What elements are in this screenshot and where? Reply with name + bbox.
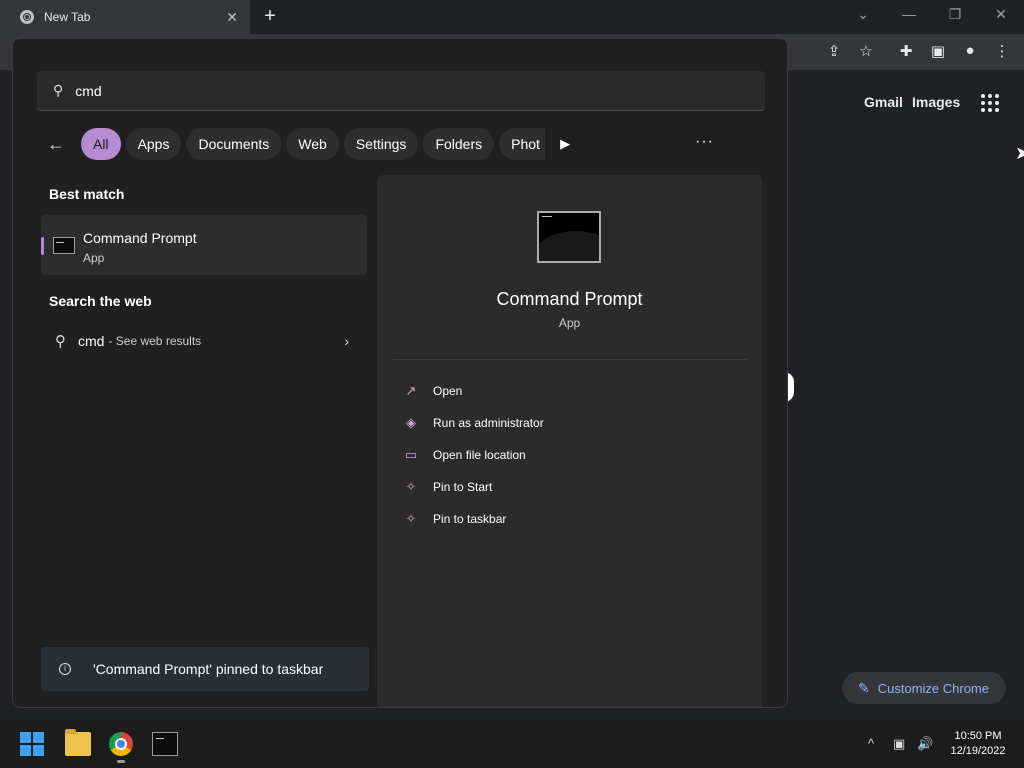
divider	[393, 359, 747, 360]
action-pin-to-taskbar[interactable]: ✧ Pin to taskbar	[403, 507, 507, 531]
gmail-link[interactable]: Gmail	[864, 94, 903, 110]
filter-documents[interactable]: Documents	[186, 128, 282, 160]
filter-photos[interactable]: Phot	[499, 128, 546, 160]
filter-folders[interactable]: Folders	[423, 128, 495, 160]
scroll-filters-icon[interactable]: ▶	[560, 136, 570, 152]
pencil-icon: ✎	[858, 679, 870, 696]
shield-admin-icon: ◈	[406, 415, 416, 430]
file-explorer-icon[interactable]	[65, 729, 91, 756]
browser-tab-new-tab[interactable]: New Tab ✕	[0, 0, 250, 34]
result-name: Command Prompt	[83, 230, 197, 246]
detail-subtitle: App	[558, 316, 581, 330]
action-label: Pin to Start	[433, 480, 493, 494]
volume-icon[interactable]: 🔊	[917, 736, 933, 752]
google-apps-icon[interactable]	[981, 94, 999, 112]
filter-web[interactable]: Web	[286, 128, 339, 160]
result-type: App	[83, 251, 105, 265]
customize-chrome-button[interactable]: ✎ Customize Chrome	[842, 672, 1006, 704]
show-hidden-icons-icon[interactable]: ^	[868, 736, 874, 751]
search-icon: ⚲	[55, 333, 66, 350]
more-options-icon[interactable]: ···	[695, 133, 714, 151]
chrome-icon[interactable]	[109, 732, 133, 756]
search-icon: ⚲	[53, 82, 64, 98]
network-icon[interactable]: ▣	[893, 736, 905, 752]
best-match-result[interactable]: Command Prompt App	[41, 215, 367, 275]
clock-time: 10:50 PM	[954, 730, 1002, 742]
info-icon: i	[59, 663, 71, 675]
pin-icon: ✧	[405, 511, 417, 526]
detail-title: Command Prompt	[496, 289, 643, 309]
tab-title: New Tab	[44, 10, 91, 24]
chrome-menu-icon[interactable]: ⋮	[992, 42, 1012, 60]
profile-icon[interactable]: ●	[960, 42, 980, 59]
action-pin-to-start[interactable]: ✧ Pin to Start	[403, 475, 493, 499]
folder-icon: ▭	[404, 447, 418, 462]
action-open[interactable]: ↗ Open	[403, 379, 463, 403]
search-filter-bar: ← All Apps Documents Web Settings Folder…	[47, 127, 570, 161]
mouse-cursor-icon: ➤	[1015, 143, 1024, 163]
browser-tabstrip: New Tab ✕ + ⌄ — ❐ ✕	[0, 0, 1024, 34]
pinned-notification: i 'Command Prompt' pinned to taskbar	[41, 647, 369, 691]
command-prompt-icon	[53, 237, 75, 254]
filter-all[interactable]: All	[81, 128, 121, 160]
start-button-windows-icon[interactable]	[20, 732, 44, 756]
web-search-result[interactable]: ⚲ cmd - See web results ›	[41, 323, 367, 359]
chrome-favicon-icon	[20, 10, 34, 24]
action-run-as-admin[interactable]: ◈ Run as administrator	[403, 411, 544, 435]
bookmark-star-icon[interactable]: ☆	[856, 42, 876, 60]
filter-apps[interactable]: Apps	[125, 128, 182, 160]
selection-indicator	[41, 237, 44, 255]
chevron-right-icon[interactable]: ›	[344, 333, 349, 349]
share-icon[interactable]: ⇪	[824, 42, 844, 60]
taskbar-clock[interactable]: 10:50 PM 12/19/2022	[946, 729, 1010, 759]
pin-icon: ✧	[405, 479, 417, 494]
search-web-heading: Search the web	[49, 293, 152, 309]
new-tab-button[interactable]: +	[260, 5, 280, 28]
images-link[interactable]: Images	[912, 94, 960, 110]
tab-close-icon[interactable]: ✕	[226, 9, 238, 26]
command-prompt-large-icon	[537, 211, 601, 263]
start-search-panel: ⚲ cmd ← All Apps Documents Web Settings …	[12, 38, 788, 708]
command-prompt-taskbar-icon[interactable]	[152, 732, 178, 756]
notification-text: 'Command Prompt' pinned to taskbar	[93, 661, 324, 677]
clock-date: 12/19/2022	[950, 745, 1006, 757]
action-open-file-location[interactable]: ▭ Open file location	[403, 443, 526, 467]
search-query: cmd	[75, 82, 102, 99]
side-panel-icon[interactable]: ▣	[928, 42, 948, 60]
minimize-button[interactable]: —	[899, 6, 919, 22]
web-query: cmd	[78, 333, 105, 349]
tab-search-button[interactable]: ⌄	[853, 6, 873, 23]
back-arrow-icon[interactable]: ←	[47, 134, 77, 155]
running-indicator	[117, 760, 125, 763]
extensions-icon[interactable]: ✚	[896, 42, 916, 60]
best-match-heading: Best match	[49, 186, 125, 202]
action-label: Pin to taskbar	[433, 512, 507, 526]
open-external-icon: ↗	[405, 383, 417, 398]
action-label: Run as administrator	[433, 416, 544, 430]
result-detail-panel: Command Prompt App ↗ Open ◈ Run as admin…	[377, 175, 762, 707]
action-label: Open file location	[433, 448, 526, 462]
close-window-button[interactable]: ✕	[991, 6, 1011, 23]
customize-chrome-label: Customize Chrome	[877, 680, 989, 696]
restore-button[interactable]: ❐	[945, 6, 965, 23]
action-label: Open	[433, 384, 463, 398]
filter-settings[interactable]: Settings	[343, 128, 419, 160]
web-hint: - See web results	[108, 334, 202, 348]
search-input[interactable]: ⚲ cmd	[37, 71, 765, 111]
